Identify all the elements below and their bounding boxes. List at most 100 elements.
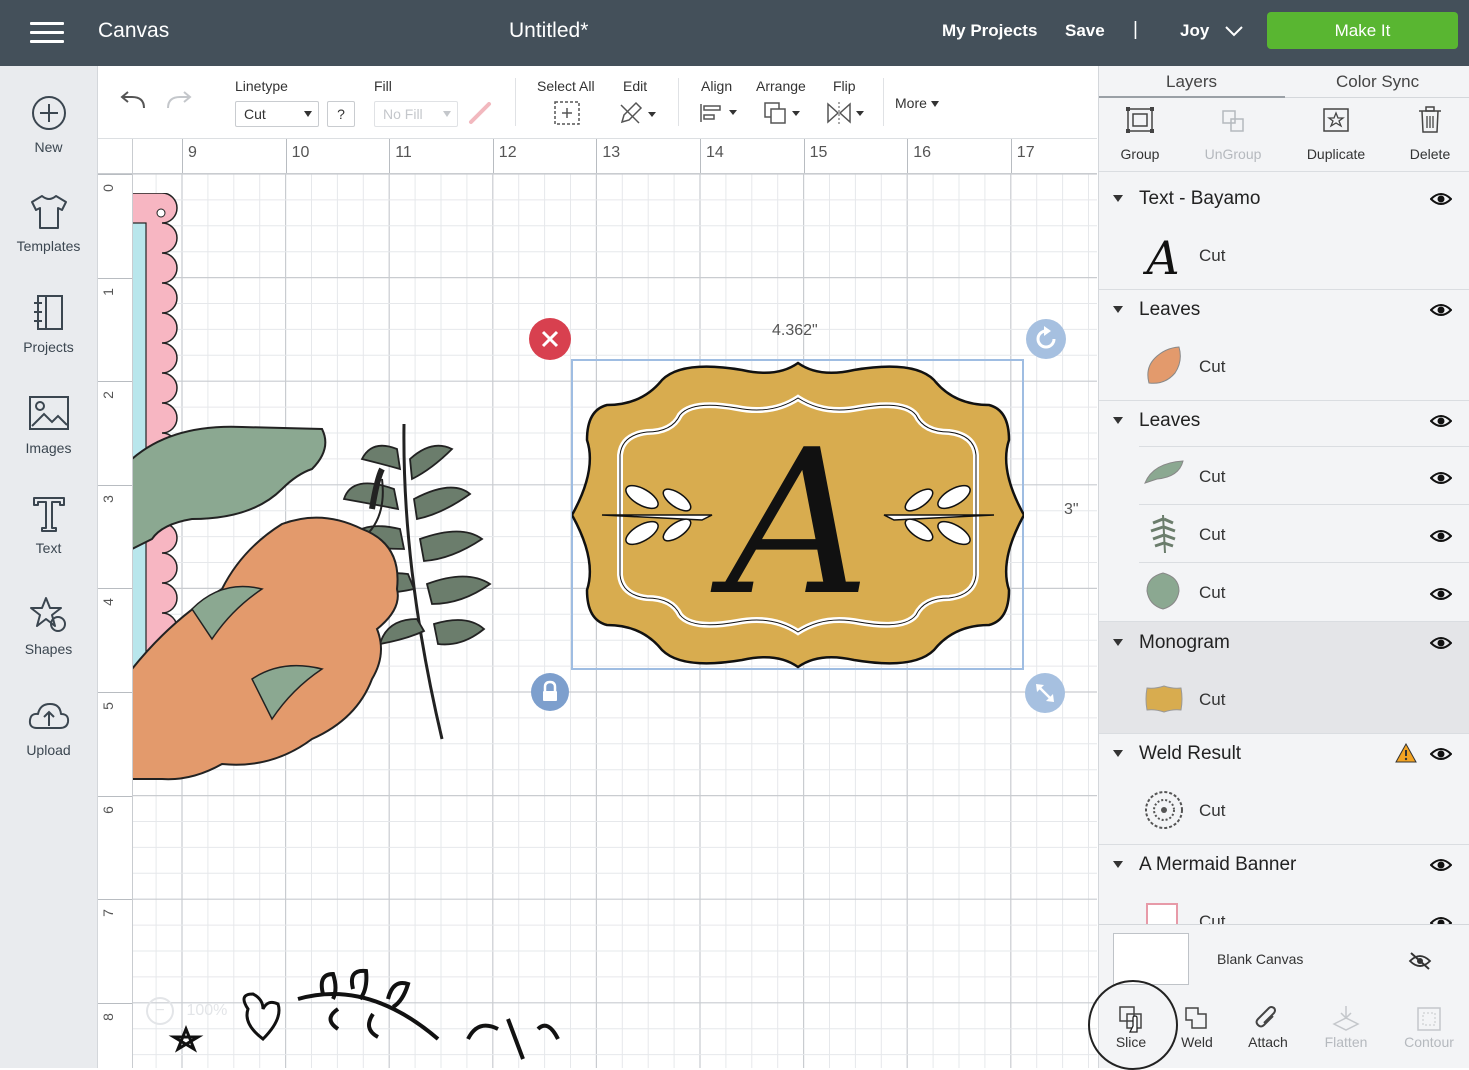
- layer-row[interactable]: Cut: [1099, 505, 1469, 562]
- layer-row[interactable]: A Cut: [1099, 228, 1469, 284]
- ruler-label: 1: [99, 287, 116, 296]
- linetype-select[interactable]: Cut: [235, 101, 319, 127]
- layer-thumbnail-weld: [1145, 791, 1183, 829]
- redo-icon[interactable]: [164, 90, 194, 112]
- dropdown-arrow-icon: [930, 101, 939, 108]
- linetype-help-button[interactable]: ?: [327, 101, 355, 127]
- tshirt-icon: [30, 195, 67, 229]
- monogram-shape[interactable]: A: [572, 360, 1024, 670]
- ruler-label: 5: [99, 702, 116, 710]
- attach-button[interactable]: Attach: [1233, 1004, 1303, 1050]
- eye-hidden-icon[interactable]: [1408, 951, 1432, 971]
- svg-text:A: A: [1143, 232, 1180, 280]
- ruler-tick: [700, 139, 701, 173]
- rotate-handle-icon[interactable]: [1025, 318, 1067, 360]
- edit-label: Edit: [623, 78, 648, 94]
- fill-color-swatch-icon[interactable]: [467, 102, 495, 126]
- user-name[interactable]: Joy: [1180, 21, 1209, 41]
- layer-thumbnail-leaf: [1147, 346, 1181, 384]
- eye-icon[interactable]: [1430, 586, 1452, 602]
- trash-icon: [1419, 106, 1441, 133]
- zoom-out-icon[interactable]: −: [146, 997, 174, 1025]
- layer-group-header[interactable]: Leaves: [1099, 394, 1469, 450]
- resize-handle-icon[interactable]: [1024, 672, 1066, 714]
- eye-icon[interactable]: [1430, 528, 1452, 544]
- ungroup-button[interactable]: UnGroup: [1188, 106, 1278, 162]
- layer-operation: Cut: [1199, 690, 1226, 709]
- topbar-separator: |: [1133, 19, 1138, 40]
- design-canvas[interactable]: − 100% A 4.362" 3" 9 10 11 12 13 14 15 16 17 012…: [98, 139, 1097, 1068]
- sidebar-item-projects[interactable]: Projects: [0, 293, 97, 355]
- ruler-tick: [98, 1002, 132, 1004]
- delete-button[interactable]: Delete: [1385, 106, 1469, 162]
- layer-row[interactable]: Cut: [1099, 563, 1469, 620]
- eye-icon[interactable]: [1430, 915, 1452, 924]
- layer-row[interactable]: Cut: [1099, 783, 1469, 839]
- layer-group-header[interactable]: Weld Result: [1099, 727, 1469, 783]
- layer-row[interactable]: Cut: [1099, 447, 1469, 504]
- delete-handle-icon[interactable]: [529, 318, 571, 360]
- menu-icon[interactable]: [30, 20, 66, 46]
- ruler-tick: [98, 381, 132, 383]
- group-button[interactable]: Group: [1095, 106, 1185, 162]
- eye-icon[interactable]: [1430, 191, 1452, 207]
- undo-icon[interactable]: [118, 90, 148, 112]
- eye-icon[interactable]: [1430, 746, 1452, 762]
- slice-button[interactable]: Slice: [1096, 1004, 1166, 1050]
- select-all-icon[interactable]: [553, 100, 581, 126]
- lock-handle-icon[interactable]: [530, 672, 570, 712]
- zoom-control[interactable]: − 100%: [146, 997, 227, 1025]
- arrange-label: Arrange: [756, 78, 806, 94]
- save-button[interactable]: Save: [1065, 21, 1105, 41]
- duplicate-button[interactable]: Duplicate: [1291, 106, 1381, 162]
- fill-value: No Fill: [383, 106, 423, 122]
- align-icon[interactable]: [699, 102, 739, 124]
- edit-tools-icon[interactable]: [618, 100, 658, 126]
- layer-row[interactable]: Cut: [1099, 672, 1469, 728]
- layer-group-header[interactable]: Leaves: [1099, 283, 1469, 339]
- sidebar-item-images[interactable]: Images: [0, 394, 97, 456]
- more-menu[interactable]: More: [895, 95, 939, 111]
- layer-group-name: Text - Bayamo: [1139, 188, 1261, 209]
- sidebar-item-upload[interactable]: Upload: [0, 696, 97, 758]
- flip-icon[interactable]: [825, 100, 867, 126]
- contour-button[interactable]: Contour: [1394, 1004, 1464, 1050]
- sidebar-item-text[interactable]: Text: [0, 494, 97, 556]
- ruler-label: 13: [602, 144, 621, 161]
- sidebar-item-new[interactable]: New: [0, 93, 97, 155]
- eye-icon[interactable]: [1430, 470, 1452, 486]
- eye-icon[interactable]: [1430, 413, 1452, 429]
- app-title: Canvas: [98, 19, 170, 42]
- layer-row[interactable]: Cut: [1099, 339, 1469, 395]
- tab-underline: [1285, 97, 1469, 98]
- layer-row[interactable]: Cut: [1099, 894, 1469, 924]
- blank-canvas-swatch[interactable]: [1113, 933, 1189, 985]
- caret-down-icon: [1113, 750, 1123, 757]
- ruler-label: 4: [99, 598, 116, 607]
- tab-color-sync[interactable]: Color Sync: [1336, 72, 1419, 92]
- ruler-tick: [98, 899, 132, 901]
- arrange-icon[interactable]: [762, 100, 802, 126]
- ruler-tick: [98, 174, 132, 175]
- dropdown-arrow-icon: [443, 111, 451, 117]
- make-it-button[interactable]: Make It: [1267, 12, 1458, 49]
- eye-icon[interactable]: [1430, 635, 1452, 651]
- ruler-tick: [596, 139, 598, 173]
- layer-group-header[interactable]: A Mermaid Banner: [1099, 838, 1469, 894]
- sidebar-item-templates[interactable]: Templates: [0, 192, 97, 254]
- eye-icon[interactable]: [1430, 302, 1452, 318]
- tab-layers[interactable]: Layers: [1166, 72, 1217, 92]
- weld-button[interactable]: Weld: [1162, 1004, 1232, 1050]
- chevron-down-icon[interactable]: [1224, 24, 1244, 38]
- eye-icon[interactable]: [1430, 857, 1452, 873]
- sidebar-item-shapes[interactable]: Shapes: [0, 595, 97, 657]
- layer-group-header[interactable]: Text - Bayamo: [1099, 172, 1469, 228]
- flatten-button[interactable]: Flatten: [1311, 1004, 1381, 1050]
- my-projects-link[interactable]: My Projects: [942, 21, 1037, 41]
- leaves-group[interactable]: [132, 419, 502, 799]
- layer-group-header[interactable]: Monogram: [1099, 616, 1469, 672]
- warning-icon[interactable]: [1395, 743, 1417, 763]
- layer-thumbnail-monogram: [1145, 685, 1183, 713]
- fill-select[interactable]: No Fill: [374, 101, 458, 127]
- ruler-label: 8: [99, 1012, 116, 1021]
